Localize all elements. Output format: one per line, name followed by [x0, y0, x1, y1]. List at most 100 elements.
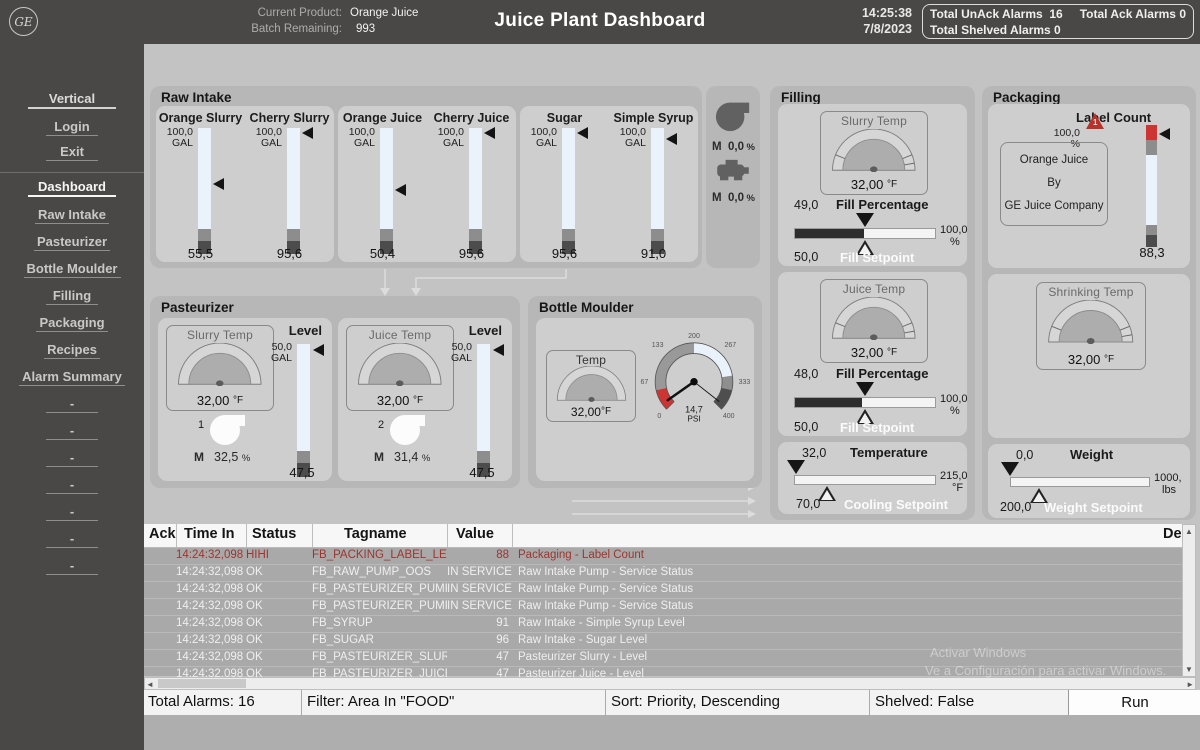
motor-icon[interactable]	[714, 158, 752, 184]
cell-value: IN SERVICE	[447, 599, 512, 615]
cooling-slider[interactable]	[794, 475, 936, 485]
tank-name: Simple Syrup	[609, 111, 698, 125]
table-horizontal-scrollbar[interactable]: ◄ ►	[144, 677, 1196, 690]
pasteurizer-slurry-card: Slurry Temp 32,00 °F Level 50,0GAL 47,5 …	[158, 318, 332, 481]
cell-value: 47	[447, 650, 512, 666]
level-bar	[198, 128, 211, 254]
sidebar-item[interactable]: Exit	[0, 143, 144, 173]
fill-slider[interactable]	[794, 228, 936, 239]
sidebar-item[interactable]: Recipes	[0, 341, 144, 368]
tank-value: 95,6	[520, 246, 609, 261]
sidebar-item[interactable]: Dashboard	[0, 178, 144, 206]
sidebar-item-label: Login	[46, 119, 98, 136]
pump-icon[interactable]	[208, 406, 248, 448]
level-marker[interactable]	[577, 127, 588, 139]
scroll-up-icon[interactable]: ▲	[1183, 526, 1195, 537]
pump-icon[interactable]	[714, 94, 752, 134]
sidebar-item[interactable]: -	[0, 395, 144, 422]
cell-ack[interactable]	[144, 616, 176, 632]
filter-text: Filter: Area In "FOOD"	[307, 693, 454, 710]
cell-ack[interactable]	[144, 599, 176, 615]
sp-value: 200,0	[1000, 500, 1031, 514]
sidebar-item[interactable]: -	[0, 530, 144, 557]
weight-slider[interactable]	[1010, 477, 1150, 487]
sidebar-item[interactable]: Vertical	[0, 90, 144, 118]
cell-ack[interactable]	[144, 650, 176, 666]
setpoint-marker[interactable]	[818, 486, 836, 501]
sidebar-item[interactable]: -	[0, 422, 144, 449]
pv-marker[interactable]	[856, 382, 874, 396]
sidebar-item[interactable]: Raw Intake	[0, 206, 144, 233]
filling-juice-temp-gauge: Juice Temp 32,00 °F	[820, 279, 928, 363]
sidebar-item[interactable]: -	[0, 503, 144, 530]
sidebar-item[interactable]: Filling	[0, 287, 144, 314]
col-value[interactable]: Value	[456, 526, 494, 542]
sidebar-item[interactable]: Alarm Summary	[0, 368, 144, 395]
moulder-temp-gauge: Temp 32,00°F	[546, 350, 636, 422]
gauge-title: Shrinking Temp	[1037, 285, 1145, 299]
level-marker[interactable]	[666, 133, 677, 145]
scroll-down-icon[interactable]: ▼	[1183, 664, 1195, 675]
pump-icon[interactable]	[388, 406, 428, 448]
table-vertical-scrollbar[interactable]: ▲ ▼	[1182, 524, 1196, 677]
col-description[interactable]: Description	[1163, 526, 1182, 542]
fill-slider[interactable]	[794, 397, 936, 408]
alarm-table-row[interactable]: 14:24:32,098 OK FB_SUGAR 96 Raw Intake -…	[144, 632, 1182, 649]
sidebar-item[interactable]: Packaging	[0, 314, 144, 341]
cell-tagname: FB_SUGAR	[312, 633, 447, 649]
alarm-table-row[interactable]: 14:24:32,098 OK FB_PASTEURIZER_PUMP IN S…	[144, 581, 1182, 598]
cell-tagname: FB_SYRUP	[312, 616, 447, 632]
scrollbar-thumb[interactable]	[158, 679, 246, 688]
pv-marker[interactable]	[1001, 462, 1019, 476]
level-label: Level	[469, 323, 502, 338]
run-button[interactable]: Run	[1068, 690, 1200, 715]
sidebar-item[interactable]: -	[0, 449, 144, 476]
level-marker[interactable]	[395, 184, 406, 196]
scroll-right-icon[interactable]: ►	[1186, 679, 1194, 690]
col-tagname[interactable]: Tagname	[344, 526, 407, 542]
alarm-table-row[interactable]: 14:24:32,098 OK FB_RAW_PUMP_OOS IN SERVI…	[144, 564, 1182, 581]
sidebar-item[interactable]: -	[0, 557, 144, 584]
alarm-table-row[interactable]: 14:24:32,098 OK FB_PASTEURIZER_PUMP IN S…	[144, 598, 1182, 615]
cell-ack[interactable]	[144, 582, 176, 598]
cell-description: Raw Intake - Sugar Level	[512, 633, 1182, 649]
sidebar-item[interactable]: Login	[0, 118, 144, 143]
level-marker[interactable]	[213, 178, 224, 190]
label-count-value: 88,3	[1130, 245, 1174, 260]
pv-label: Fill Percentage	[836, 366, 928, 381]
alarm-table-row[interactable]: 14:24:32,098 HIHI FB_PACKING_LABEL_LEV 8…	[144, 547, 1182, 564]
level-marker[interactable]	[484, 127, 495, 139]
level-marker[interactable]	[1159, 128, 1170, 140]
sidebar-item-label: Recipes	[44, 342, 100, 359]
level-bar	[477, 344, 490, 477]
sidebar-item[interactable]: Pasteurizer	[0, 233, 144, 260]
scroll-left-icon[interactable]: ◄	[146, 679, 154, 690]
pv-marker[interactable]	[787, 460, 805, 474]
alarm-table-row[interactable]: 14:24:32,098 OK FB_PASTEURIZER_SLURR 47 …	[144, 649, 1182, 666]
gauge-dial	[551, 366, 632, 402]
level-marker[interactable]	[302, 127, 313, 139]
cell-status: HIHI	[246, 548, 312, 564]
page-title: Juice Plant Dashboard	[420, 10, 780, 32]
alarm-table-row[interactable]: 14:24:32,098 OK FB_SYRUP 91 Raw Intake -…	[144, 615, 1182, 632]
cell-ack[interactable]	[144, 565, 176, 581]
sidebar-item[interactable]: -	[0, 476, 144, 503]
gauge-title: Juice Temp	[821, 282, 927, 296]
col-time-in[interactable]: Time In	[184, 526, 235, 542]
level-marker[interactable]	[313, 344, 324, 356]
psi-tick: 200	[688, 333, 700, 340]
tank-cherry-juice: Cherry Juice 100,0GAL 95,6	[427, 106, 516, 262]
psi-tick: 400	[723, 413, 735, 420]
level-marker[interactable]	[493, 344, 504, 356]
tank-name: Cherry Juice	[427, 111, 516, 125]
pv-marker[interactable]	[856, 213, 874, 227]
slider-max-label: 1000,lbs	[1154, 472, 1182, 496]
level-value: 47,5	[452, 465, 512, 480]
cell-status: OK	[246, 633, 312, 649]
pump-1-speed: 0,0 %	[728, 141, 755, 153]
col-status[interactable]: Status	[252, 526, 296, 542]
sidebar-item[interactable]: Bottle Moulder	[0, 260, 144, 287]
cell-ack[interactable]	[144, 548, 176, 564]
col-ack[interactable]: Ack	[149, 526, 176, 542]
cell-ack[interactable]	[144, 633, 176, 649]
